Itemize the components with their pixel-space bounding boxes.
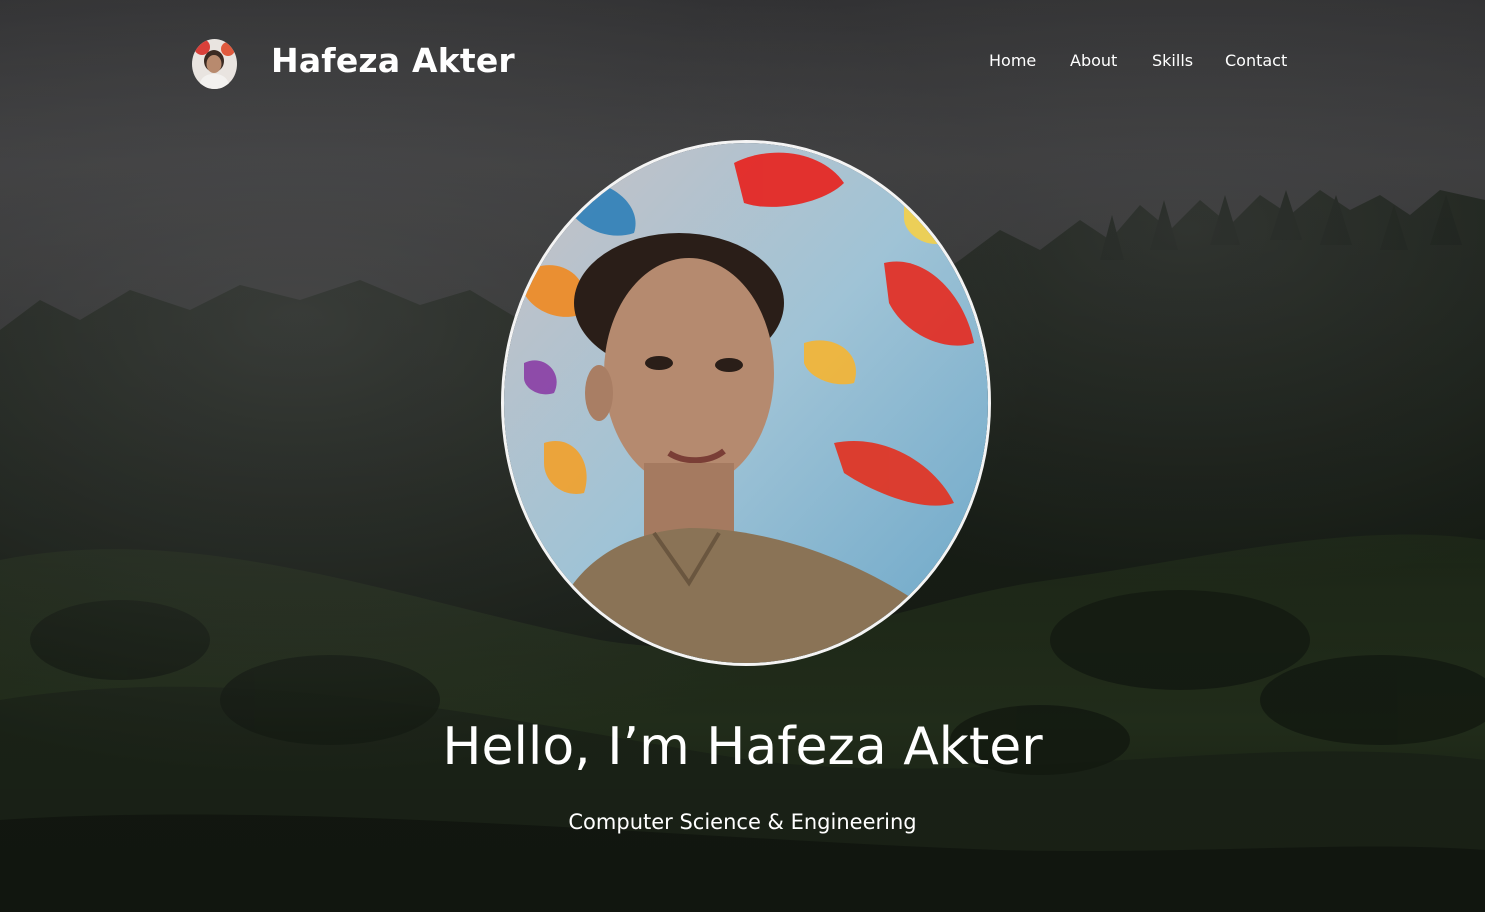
brand-avatar[interactable] xyxy=(192,39,237,89)
hero-subtitle: Computer Science & Engineering xyxy=(568,810,917,834)
profile-photo xyxy=(501,140,991,666)
nav-skills-link[interactable]: Skills xyxy=(1152,50,1193,72)
avatar-photo-icon xyxy=(192,39,237,89)
hero-title: Hello, I’m Hafeza Akter xyxy=(442,717,1043,777)
profile-photo-icon xyxy=(504,143,988,663)
brand-name-link[interactable]: Hafeza Akter xyxy=(271,38,515,84)
navbar: Hafeza Akter Home About Skills Contact xyxy=(0,0,1485,122)
hero-section: Hafeza Akter Home About Skills Contact H… xyxy=(0,0,1485,912)
nav-home-link[interactable]: Home xyxy=(989,50,1036,72)
nav-about-link[interactable]: About xyxy=(1070,50,1117,72)
nav-contact-link[interactable]: Contact xyxy=(1225,50,1287,72)
